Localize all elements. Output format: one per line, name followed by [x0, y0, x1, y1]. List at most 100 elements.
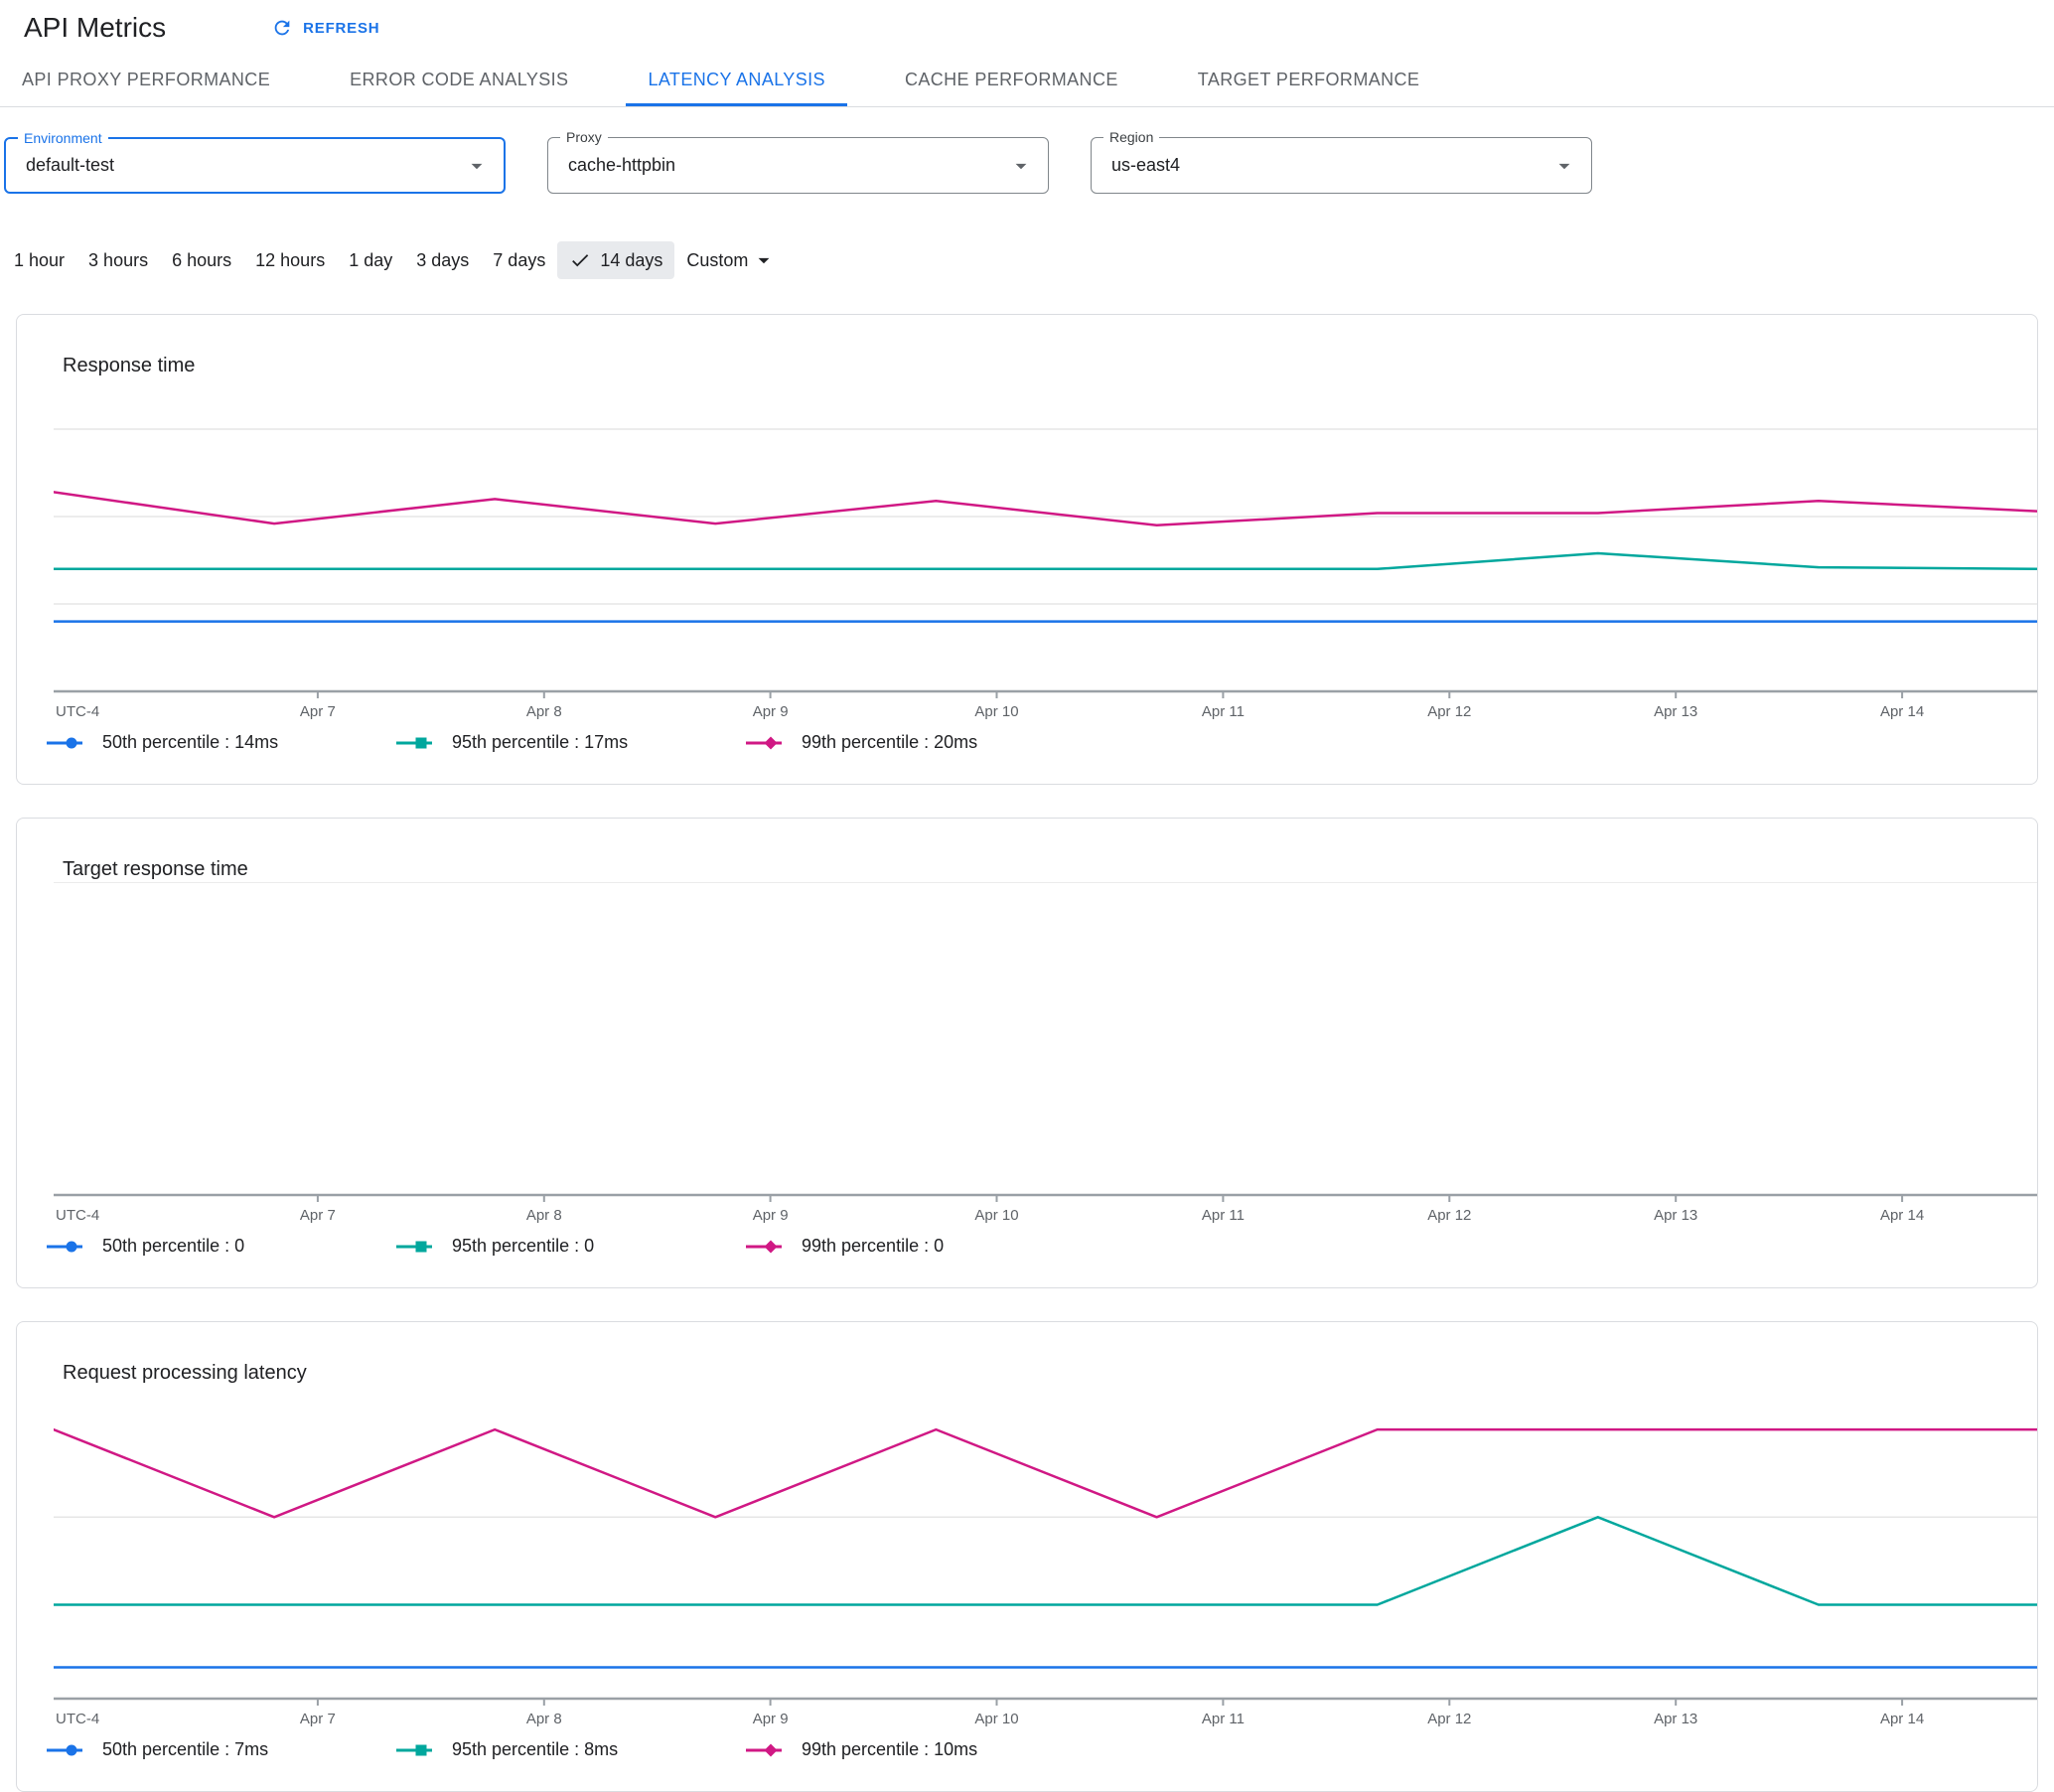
- timezone-label: UTC-4: [56, 1711, 100, 1727]
- legend-label: 50th percentile : 7ms: [102, 1739, 269, 1759]
- x-tick-label-apr-13: Apr 13: [1654, 1207, 1698, 1224]
- request-processing-latency-plot[interactable]: [54, 1386, 2038, 1708]
- proxy-label: Proxy: [560, 128, 608, 146]
- legend-item-99th-percentile: 99th percentile : 10ms: [746, 1739, 1096, 1760]
- legend-label: 50th percentile : 14ms: [102, 732, 279, 752]
- x-tick-label-apr-12: Apr 12: [1427, 1207, 1472, 1224]
- time-range-6-hours[interactable]: 6 hours: [160, 242, 243, 279]
- legend-item-99th-percentile: 99th percentile : 20ms: [746, 732, 1096, 753]
- x-axis-labels: UTC-4 Apr 7 Apr 8 Apr 9 Apr 10 Apr 11 Apr 12 Ap…: [54, 703, 2037, 723]
- dropdown-arrow-icon: [1558, 163, 1570, 169]
- region-select[interactable]: Region us-east4: [1091, 128, 1592, 194]
- legend-item-99th-percentile: 99th percentile : 0: [746, 1236, 1096, 1257]
- square-marker-icon: [396, 1241, 432, 1252]
- legend-item-50th-percentile: 50th percentile : 7ms: [47, 1739, 396, 1760]
- tab-cache-performance[interactable]: CACHE PERFORMANCE: [883, 54, 1140, 106]
- chart-legend: 50th percentile : 7ms 95th percentile : 8…: [47, 1739, 1096, 1760]
- time-range-1-hour[interactable]: 1 hour: [2, 242, 76, 279]
- refresh-button[interactable]: REFRESH: [265, 13, 385, 43]
- legend-label: 95th percentile : 17ms: [452, 732, 629, 752]
- page-title: API Metrics: [24, 12, 167, 43]
- time-range-label: 7 days: [493, 249, 546, 270]
- x-tick-label-apr-14: Apr 14: [1879, 1207, 1925, 1224]
- region-value: us-east4: [1111, 155, 1181, 175]
- time-range-label: 6 hours: [172, 249, 232, 270]
- x-tick-label-apr-7: Apr 7: [299, 703, 336, 720]
- x-tick-label-apr-9: Apr 9: [752, 1711, 789, 1727]
- chart-card-response-time: Response time UTC-4 Apr 7 Apr 8 Apr 9 Apr 10 A…: [16, 314, 2038, 785]
- x-tick-label-apr-7: Apr 7: [299, 1711, 336, 1727]
- 95th-percentile-line: [54, 551, 2037, 571]
- legend-item-95th-percentile: 95th percentile : 17ms: [396, 732, 746, 753]
- page-header: API Metrics REFRESH: [0, 0, 2054, 48]
- tab-error-code-analysis[interactable]: ERROR CODE ANALYSIS: [328, 54, 590, 106]
- x-axis-labels: UTC-4 Apr 7 Apr 8 Apr 9 Apr 10 Apr 11 Apr 12 Ap…: [54, 1207, 2037, 1227]
- dropdown-arrow-icon: [1015, 163, 1027, 169]
- x-tick-label-apr-11: Apr 11: [1201, 1207, 1245, 1224]
- legend-label: 95th percentile : 8ms: [452, 1739, 619, 1759]
- x-tick-label-apr-9: Apr 9: [752, 1207, 789, 1224]
- refresh-label: REFRESH: [303, 19, 380, 37]
- x-tick-label-apr-8: Apr 8: [525, 1711, 562, 1727]
- x-tick-label-apr-8: Apr 8: [525, 1207, 562, 1224]
- time-range-12-hours[interactable]: 12 hours: [243, 242, 337, 279]
- time-range-3-hours[interactable]: 3 hours: [76, 242, 160, 279]
- check-icon: [572, 254, 589, 267]
- circle-marker-icon: [47, 737, 82, 748]
- chart-card-target-response-time: Target response time UTC-4 Apr 7 Apr 8 Apr 9…: [16, 818, 2038, 1288]
- legend-item-95th-percentile: 95th percentile : 0: [396, 1236, 746, 1257]
- 99th-percentile-line: [54, 491, 2037, 527]
- chart-title: Response time: [63, 355, 196, 376]
- 95th-percentile-line: [54, 1516, 2037, 1606]
- legend-label: 99th percentile : 20ms: [802, 732, 978, 752]
- chart-title: Request processing latency: [63, 1362, 307, 1384]
- time-range-label: 1 hour: [14, 249, 66, 270]
- legend-label: 95th percentile : 0: [452, 1236, 595, 1256]
- time-range-label: 1 day: [349, 249, 393, 270]
- x-tick-label-apr-12: Apr 12: [1427, 1711, 1472, 1727]
- time-range-custom[interactable]: Custom: [674, 239, 789, 281]
- proxy-select[interactable]: Proxy cache-httpbin: [547, 128, 1049, 194]
- time-range-7-days[interactable]: 7 days: [481, 242, 557, 279]
- x-axis-labels: UTC-4 Apr 7 Apr 8 Apr 9 Apr 10 Apr 11 Apr 12 Ap…: [54, 1711, 2037, 1730]
- x-tick-label-apr-10: Apr 10: [974, 703, 1019, 720]
- x-tick-label-apr-9: Apr 9: [752, 703, 789, 720]
- chart-legend: 50th percentile : 0 95th percentile : 0 99…: [47, 1236, 1096, 1257]
- time-range-label: 3 hours: [88, 249, 149, 270]
- x-tick-label-apr-11: Apr 11: [1201, 1711, 1245, 1727]
- chart-title: Target response time: [63, 858, 248, 880]
- x-tick-label-apr-14: Apr 14: [1879, 703, 1925, 720]
- time-range-custom-label: Custom: [686, 249, 749, 270]
- target-response-time-plot[interactable]: [54, 882, 2038, 1204]
- api-metrics-page: API Metrics REFRESH API PROXY PERFORMANC…: [0, 0, 2054, 1792]
- chart-legend: 50th percentile : 14ms 95th percentile : …: [47, 732, 1096, 753]
- square-marker-icon: [396, 737, 432, 748]
- x-tick-label-apr-8: Apr 8: [525, 703, 562, 720]
- environment-value: default-test: [26, 155, 115, 175]
- tab-latency-analysis[interactable]: LATENCY ANALYSIS: [626, 54, 847, 106]
- environment-label: Environment: [18, 129, 108, 147]
- square-marker-icon: [396, 1744, 432, 1755]
- x-tick-label-apr-14: Apr 14: [1879, 1711, 1925, 1727]
- response-time-plot[interactable]: [54, 378, 2038, 700]
- time-range-3-days[interactable]: 3 days: [404, 242, 481, 279]
- legend-item-50th-percentile: 50th percentile : 0: [47, 1236, 396, 1257]
- refresh-icon: [274, 20, 290, 36]
- legend-label: 99th percentile : 0: [802, 1236, 945, 1256]
- time-range-label: 14 days: [600, 249, 663, 270]
- diamond-marker-icon: [746, 1743, 782, 1756]
- filters-row: Environment default-test Proxy cache-httpbi…: [4, 128, 2054, 194]
- tab-api-proxy-performance[interactable]: API PROXY PERFORMANCE: [0, 54, 292, 106]
- diamond-marker-icon: [746, 1240, 782, 1253]
- proxy-value: cache-httpbin: [568, 155, 676, 175]
- time-range-14-days[interactable]: 14 days: [557, 241, 675, 279]
- tab-bar: API PROXY PERFORMANCE ERROR CODE ANALYSIS…: [0, 54, 2054, 107]
- environment-select[interactable]: Environment default-test: [4, 129, 506, 194]
- timezone-label: UTC-4: [56, 703, 100, 720]
- dropdown-arrow-icon: [758, 257, 770, 264]
- time-range-1-day[interactable]: 1 day: [337, 242, 404, 279]
- tab-target-performance[interactable]: TARGET PERFORMANCE: [1176, 54, 1442, 106]
- legend-item-50th-percentile: 50th percentile : 14ms: [47, 732, 396, 753]
- region-label: Region: [1103, 128, 1160, 146]
- x-tick-label-apr-10: Apr 10: [974, 1207, 1019, 1224]
